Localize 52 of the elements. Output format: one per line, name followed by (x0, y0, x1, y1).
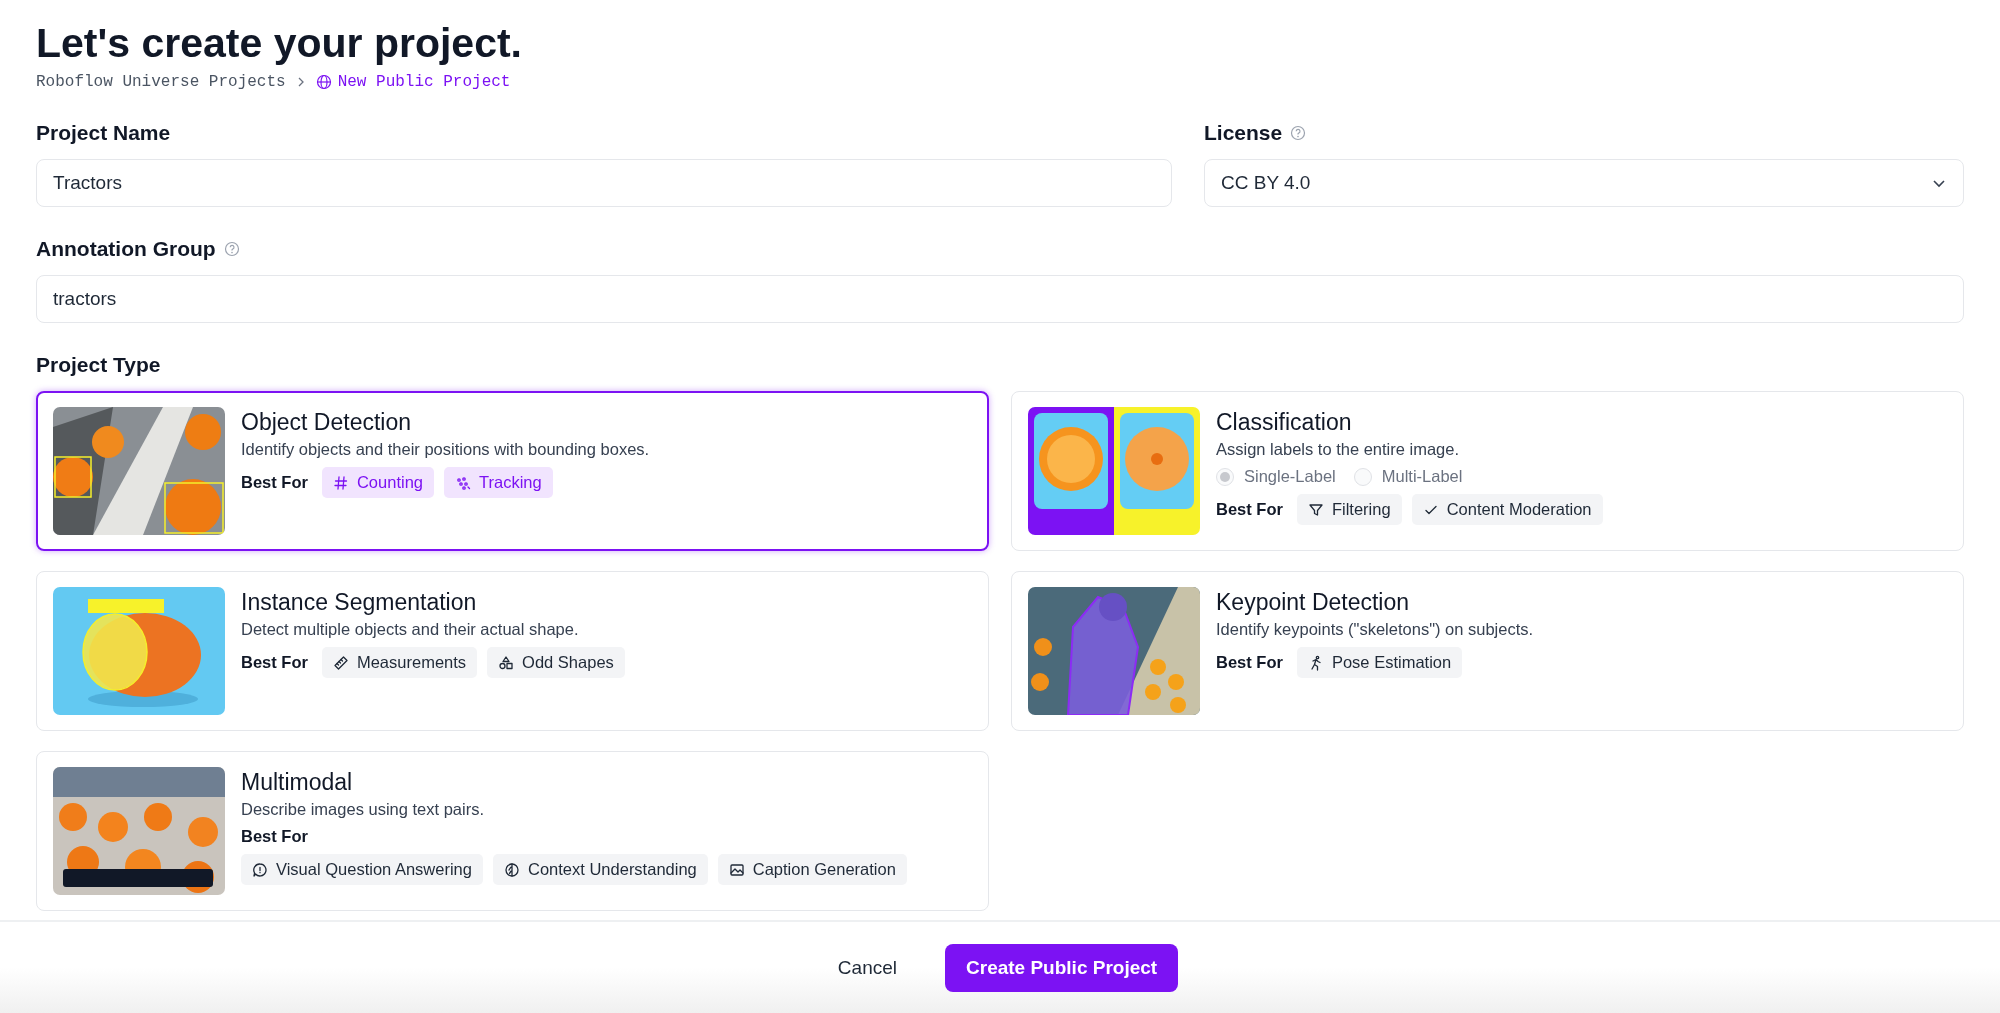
field-label: Project Name (36, 121, 171, 145)
image-icon (728, 861, 745, 878)
use-case-tag: Content Moderation (1411, 494, 1603, 525)
use-case-tag: Visual Question Answering (241, 854, 483, 885)
field-label: Annotation Group (36, 237, 216, 261)
card-title: Multimodal (241, 769, 354, 796)
annotation-group-field[interactable]: tractors (36, 275, 1964, 323)
use-case-tag: Filtering (1296, 494, 1402, 525)
license-select[interactable]: CC BY 4.0 (1204, 159, 1964, 207)
field-label: License (1204, 121, 1283, 145)
help-icon[interactable] (223, 241, 240, 257)
project-type-card[interactable]: Multimodal Describe images using text pairs. Best For Visual Question Answering Context Understanding Caption Generation (36, 751, 989, 911)
breadcrumb-link[interactable]: Roboflow Universe Projects (36, 73, 286, 91)
card-description: Detect multiple objects and their actual shape. (241, 620, 580, 639)
card-title: Classification (1216, 409, 1353, 436)
card-title: Keypoint Detection (1216, 589, 1411, 616)
page-title: Let's create your project. (36, 20, 523, 67)
card-description: Assign labels to the entire image. (1216, 440, 1461, 459)
section-label: Project Type (36, 353, 161, 377)
use-case-tag: Tracking (444, 467, 553, 498)
card-description: Identify keypoints ("skeletons") on subjects. (1216, 620, 1534, 639)
best-for-label: Best For (241, 473, 308, 492)
help-icon[interactable] (1290, 125, 1307, 141)
project-type-card[interactable]: Object Detection Identify objects and their positions with bounding boxes. Best For Counting Tracking (36, 391, 989, 551)
ruler-icon (332, 654, 349, 671)
best-for-label: Best For (1216, 653, 1283, 672)
project-name-field[interactable]: Tractors (36, 159, 1172, 207)
card-description: Describe images using text pairs. (241, 800, 486, 819)
use-case-tag: Measurements (321, 647, 478, 678)
chat-icon (252, 861, 268, 878)
best-for-label: Best For (241, 827, 308, 846)
use-case-tag: Caption Generation (717, 854, 907, 885)
best-for-label: Best For (1216, 500, 1283, 519)
card-description: Identify objects and their positions with bounding boxes. (241, 440, 650, 459)
breadcrumb-current: New Public Project (337, 73, 511, 91)
best-for-label: Best For (241, 653, 308, 672)
globe-icon (315, 74, 332, 90)
create-project-button[interactable]: Create Public Project (945, 943, 1179, 992)
use-case-tag: Context Understanding (493, 854, 708, 885)
dots-icon (455, 474, 471, 491)
cancel-button[interactable]: Cancel (821, 946, 913, 989)
use-case-tag: Pose Estimation (1296, 647, 1463, 678)
project-type-card[interactable]: Instance Segmentation Detect multiple objects and their actual shape. Best For Measurements Odd Shapes (36, 571, 989, 731)
shapes-icon (498, 654, 515, 671)
hash-icon (332, 474, 349, 491)
project-type-card[interactable]: Keypoint Detection Identify keypoints ("skeletons") on subjects. Best For Pose Estimation (1011, 571, 1964, 731)
filter-icon (1307, 501, 1324, 518)
use-case-tag: Counting (321, 467, 434, 498)
brain-icon (504, 861, 520, 878)
use-case-tag: Odd Shapes (487, 647, 625, 678)
card-title: Object Detection (241, 409, 413, 436)
card-title: Instance Segmentation (241, 589, 478, 616)
